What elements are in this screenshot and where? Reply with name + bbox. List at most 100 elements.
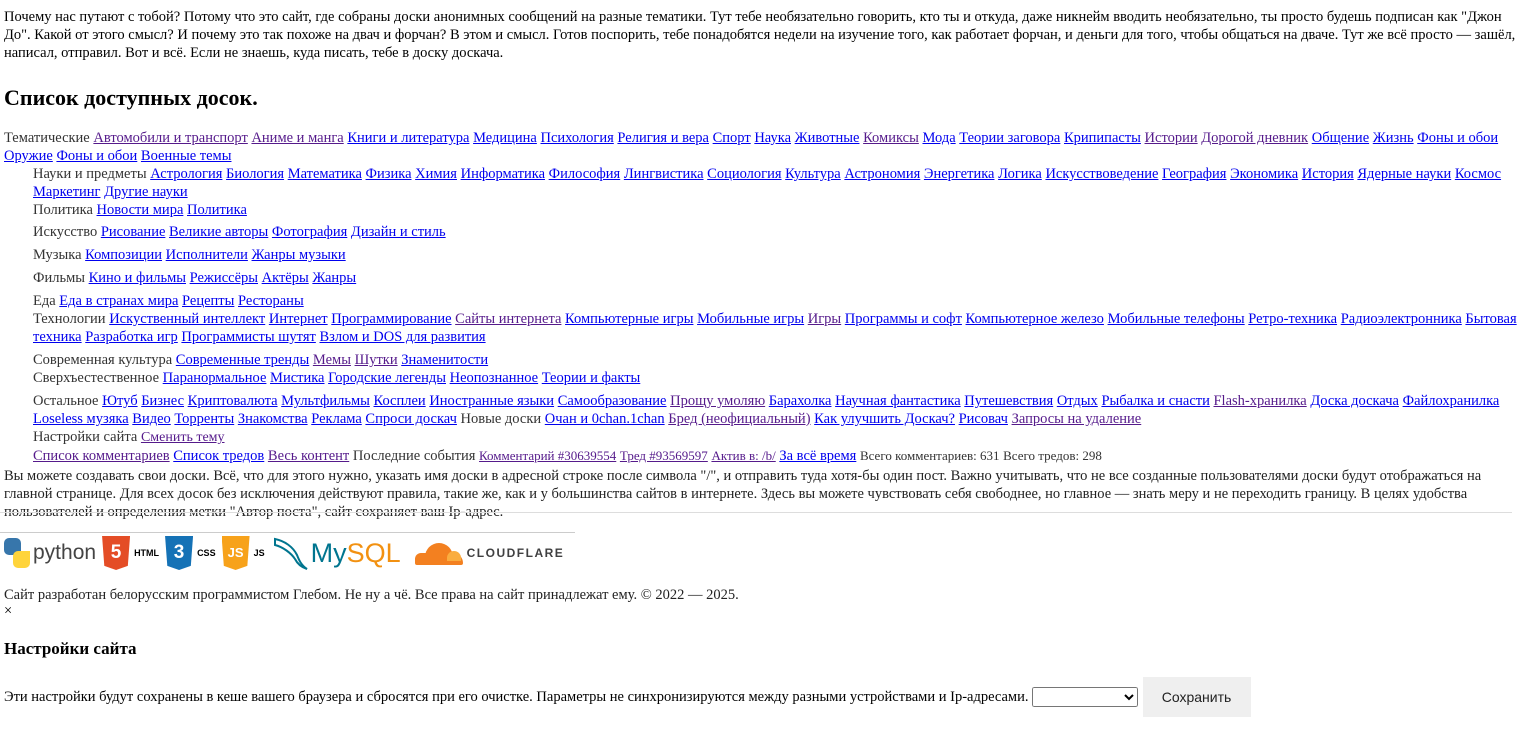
board-link-other-19[interactable]: Знакомства — [238, 411, 308, 427]
board-link-thematic-20[interactable]: Военные темы — [141, 148, 232, 164]
board-link-politics-1[interactable]: Политика — [187, 202, 247, 218]
board-link-other-1[interactable]: Бизнес — [141, 393, 184, 409]
board-link-thematic-4[interactable]: Психология — [541, 130, 614, 146]
board-link-science-19[interactable]: Маркетинг — [33, 184, 101, 200]
board-link-films-3[interactable]: Жанры — [312, 270, 356, 286]
board-link-art-2[interactable]: Фотография — [272, 224, 347, 240]
board-link-thematic-18[interactable]: Оружие — [4, 148, 53, 164]
board-link-supernatural-0[interactable]: Паранормальное — [163, 370, 267, 386]
theme-select[interactable] — [1031, 687, 1138, 707]
board-link-thematic-10[interactable]: Мода — [922, 130, 955, 146]
board-link-tech-9[interactable]: Мобильные телефоны — [1108, 311, 1245, 327]
board-link-culture-0[interactable]: Современные тренды — [176, 352, 309, 368]
board-link-new_boards-4[interactable]: Запросы на удаление — [1012, 411, 1142, 427]
board-link-science-6[interactable]: Философия — [549, 166, 621, 182]
board-link-tech-4[interactable]: Компьютерные игры — [565, 311, 693, 327]
board-link-other-20[interactable]: Реклама — [311, 411, 362, 427]
board-link-tech-0[interactable]: Искуственный интеллект — [109, 311, 265, 327]
board-link-culture-3[interactable]: Знаменитости — [401, 352, 488, 368]
board-link-thematic-8[interactable]: Животные — [795, 130, 860, 146]
board-link-films-0[interactable]: Кино и фильмы — [89, 270, 186, 286]
board-link-tech-13[interactable]: Разработка игр — [85, 329, 178, 345]
board-link-thematic-1[interactable]: Аниме и манга — [251, 130, 343, 146]
board-link-food-2[interactable]: Рестораны — [238, 293, 304, 309]
latest-thread-link[interactable]: Тред #93569597 — [620, 448, 708, 463]
board-link-thematic-14[interactable]: Дорогой дневник — [1201, 130, 1308, 146]
board-link-other-16[interactable]: Loseless музяка — [33, 411, 129, 427]
board-link-supernatural-4[interactable]: Теории и факты — [542, 370, 641, 386]
board-link-music-1[interactable]: Исполнители — [166, 247, 248, 263]
board-link-new_boards-3[interactable]: Рисовач — [959, 411, 1008, 427]
board-link-other-18[interactable]: Торренты — [174, 411, 234, 427]
board-link-science-13[interactable]: Искусствоведение — [1045, 166, 1158, 182]
board-link-science-5[interactable]: Информатика — [461, 166, 545, 182]
board-link-films-1[interactable]: Режиссёры — [190, 270, 258, 286]
board-link-new_boards-0[interactable]: Очан и 0chan.1chan — [545, 411, 665, 427]
board-link-music-2[interactable]: Жанры музыки — [252, 247, 346, 263]
board-link-thematic-16[interactable]: Жизнь — [1373, 130, 1414, 146]
board-link-other-9[interactable]: Научная фантастика — [835, 393, 961, 409]
board-link-tech-2[interactable]: Программирование — [331, 311, 451, 327]
board-link-science-3[interactable]: Физика — [366, 166, 412, 182]
board-link-thematic-9[interactable]: Комиксы — [863, 130, 919, 146]
active-board-link[interactable]: Актив в: /b/ — [711, 448, 775, 463]
board-link-tech-10[interactable]: Ретро-техника — [1248, 311, 1337, 327]
close-icon[interactable]: × — [4, 604, 1524, 619]
board-link-tech-6[interactable]: Игры — [808, 311, 841, 327]
board-link-food-1[interactable]: Рецепты — [182, 293, 234, 309]
all-time-link[interactable]: За всё время — [779, 448, 856, 464]
board-link-music-0[interactable]: Композиции — [85, 247, 162, 263]
board-link-tech-8[interactable]: Компьютерное железо — [966, 311, 1104, 327]
board-link-other-8[interactable]: Барахолка — [769, 393, 832, 409]
board-link-thematic-6[interactable]: Спорт — [713, 130, 751, 146]
board-link-food-0[interactable]: Еда в странах мира — [59, 293, 178, 309]
board-link-other-7[interactable]: Прощу умоляю — [670, 393, 765, 409]
board-link-supernatural-2[interactable]: Городские легенды — [328, 370, 446, 386]
board-link-science-7[interactable]: Лингвистика — [624, 166, 704, 182]
board-link-thematic-3[interactable]: Медицина — [473, 130, 537, 146]
change-theme-link[interactable]: Сменить тему — [141, 430, 225, 445]
board-link-thematic-15[interactable]: Общение — [1312, 130, 1369, 146]
board-link-science-2[interactable]: Математика — [288, 166, 362, 182]
board-link-other-2[interactable]: Криптовалюта — [188, 393, 278, 409]
board-link-other-14[interactable]: Доска доскача — [1310, 393, 1399, 409]
board-link-science-12[interactable]: Логика — [998, 166, 1042, 182]
board-link-supernatural-1[interactable]: Мистика — [270, 370, 324, 386]
comments-list-link[interactable]: Список комментариев — [33, 448, 170, 464]
board-link-science-10[interactable]: Астрономия — [844, 166, 920, 182]
all-content-link[interactable]: Весь контент — [268, 448, 349, 464]
board-link-science-9[interactable]: Культура — [785, 166, 841, 182]
board-link-tech-11[interactable]: Радиоэлектронника — [1341, 311, 1462, 327]
board-link-other-4[interactable]: Косплеи — [374, 393, 426, 409]
board-link-tech-3[interactable]: Сайты интернета — [455, 311, 561, 327]
board-link-science-17[interactable]: Ядерные науки — [1357, 166, 1451, 182]
board-link-thematic-0[interactable]: Автомобили и транспорт — [93, 130, 247, 146]
board-link-thematic-7[interactable]: Наука — [754, 130, 791, 146]
board-link-new_boards-1[interactable]: Бред (неофициальный) — [668, 411, 810, 427]
board-link-thematic-11[interactable]: Теории заговора — [959, 130, 1060, 146]
board-link-thematic-12[interactable]: Крипипасты — [1064, 130, 1141, 146]
board-link-films-2[interactable]: Актёры — [262, 270, 309, 286]
board-link-science-20[interactable]: Другие науки — [104, 184, 187, 200]
board-link-culture-2[interactable]: Шутки — [355, 352, 398, 368]
board-link-science-14[interactable]: География — [1162, 166, 1226, 182]
board-link-supernatural-3[interactable]: Неопознанное — [450, 370, 538, 386]
board-link-other-12[interactable]: Рыбалка и снасти — [1101, 393, 1209, 409]
board-link-other-10[interactable]: Путешевствия — [964, 393, 1053, 409]
board-link-art-0[interactable]: Рисование — [101, 224, 166, 240]
board-link-other-6[interactable]: Самообразование — [558, 393, 667, 409]
board-link-new_boards-2[interactable]: Как улучшить Доскач? — [814, 411, 955, 427]
board-link-other-15[interactable]: Файлохранилка — [1403, 393, 1500, 409]
board-link-tech-15[interactable]: Взлом и DOS для развития — [319, 329, 485, 345]
board-link-science-15[interactable]: Экономика — [1230, 166, 1298, 182]
board-link-other-11[interactable]: Отдых — [1057, 393, 1098, 409]
board-link-thematic-13[interactable]: Истории — [1145, 130, 1198, 146]
threads-list-link[interactable]: Список тредов — [173, 448, 264, 464]
board-link-other-3[interactable]: Мультфильмы — [281, 393, 370, 409]
latest-comment-link[interactable]: Комментарий #30639554 — [479, 448, 616, 463]
board-link-other-17[interactable]: Видео — [132, 411, 171, 427]
board-link-science-18[interactable]: Космос — [1455, 166, 1501, 182]
board-link-thematic-5[interactable]: Религия и вера — [617, 130, 709, 146]
board-link-thematic-2[interactable]: Книги и литература — [347, 130, 469, 146]
board-link-politics-0[interactable]: Новости мира — [97, 202, 184, 218]
